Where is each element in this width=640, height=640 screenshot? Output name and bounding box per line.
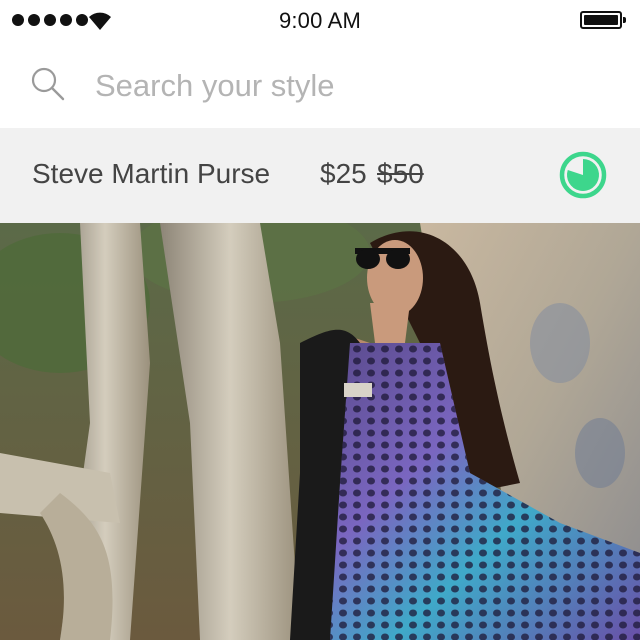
status-time: 9:00 AM xyxy=(278,8,362,33)
status-bar: 9:00 AM xyxy=(0,0,640,42)
search-input[interactable] xyxy=(95,64,615,108)
sale-price: $25 xyxy=(320,158,367,189)
product-photo[interactable] xyxy=(0,223,640,640)
timer-icon[interactable] xyxy=(557,149,609,201)
product-bar[interactable]: Steve Martin Purse $25 $50 xyxy=(0,128,640,223)
search-icon[interactable] xyxy=(30,66,66,102)
original-price: $50 xyxy=(377,158,424,189)
search-bar[interactable] xyxy=(0,42,640,128)
fashion-photo-image xyxy=(0,223,640,640)
battery-full-icon xyxy=(580,11,626,29)
product-name[interactable]: Steve Martin Purse xyxy=(32,158,270,190)
